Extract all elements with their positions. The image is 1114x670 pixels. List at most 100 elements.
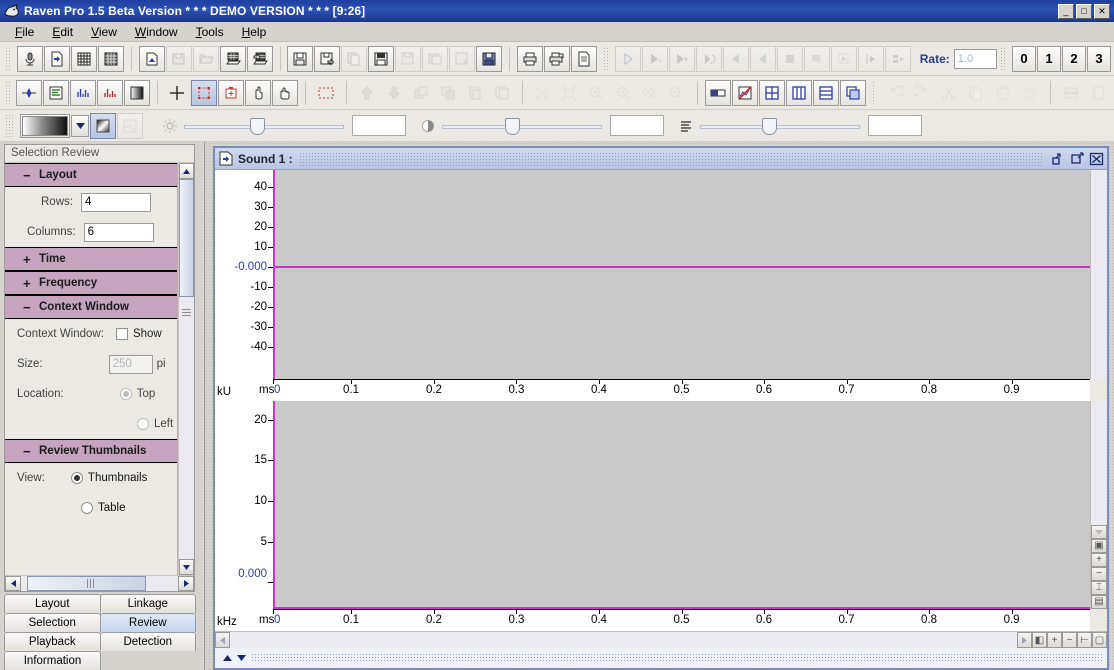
- open-table-file-button[interactable]: [246, 45, 273, 72]
- scroll-up-button[interactable]: [179, 163, 194, 179]
- hscroll-left-button[interactable]: [215, 632, 230, 648]
- edit-toolbar-grip[interactable]: [871, 80, 877, 105]
- review-view-thumbnails-radio[interactable]: [70, 472, 83, 484]
- contrast-slider[interactable]: [442, 116, 602, 136]
- toolbar-grip-numbers[interactable]: [1000, 46, 1006, 71]
- preset-1-button[interactable]: 1: [1037, 45, 1061, 72]
- context-window-show-checkbox[interactable]: [115, 328, 128, 340]
- tab-selection[interactable]: Selection: [4, 613, 101, 632]
- new-sound-window-button[interactable]: [43, 45, 70, 72]
- rate-input[interactable]: 1.0: [953, 48, 998, 69]
- scroll-up-arrow-icon[interactable]: [222, 654, 233, 662]
- vzoom-in-button[interactable]: +: [1091, 553, 1107, 567]
- spectrum-blue-button[interactable]: [69, 79, 96, 106]
- vzoom-full-button[interactable]: ⌶: [1091, 581, 1107, 595]
- tab-layout[interactable]: Layout: [4, 594, 101, 613]
- scroll-left-button[interactable]: [5, 576, 21, 591]
- context-location-left-radio[interactable]: [137, 418, 149, 430]
- columns-input[interactable]: [83, 222, 154, 242]
- tab-detection[interactable]: Detection: [99, 632, 196, 651]
- crosshair-tool-button[interactable]: [164, 80, 190, 106]
- panel-hscroll-track[interactable]: [21, 576, 178, 591]
- close-button[interactable]: ✕: [1094, 3, 1110, 19]
- spectrogram-plot[interactable]: [273, 400, 1090, 609]
- no-color-button[interactable]: [731, 79, 758, 106]
- footer-drag-strip[interactable]: [251, 653, 1104, 663]
- vzoom-fit-button[interactable]: ▣: [1091, 539, 1107, 553]
- frequency-expand-toggle[interactable]: +: [23, 276, 31, 291]
- preset-0-button[interactable]: 0: [1012, 45, 1036, 72]
- selection-rect-button[interactable]: [313, 80, 339, 106]
- context-collapse-toggle[interactable]: −: [23, 300, 31, 315]
- panel-scroll-thumb[interactable]: [179, 179, 194, 297]
- brightness-slider-thumb[interactable]: [250, 117, 265, 135]
- waveform-view-button[interactable]: [15, 79, 42, 106]
- page-setup-button[interactable]: [570, 45, 597, 72]
- print-button[interactable]: [516, 45, 543, 72]
- scroll-down-arrow-icon[interactable]: [236, 654, 247, 662]
- layout-collapse-toggle[interactable]: −: [23, 168, 31, 183]
- colormap-combo[interactable]: [20, 113, 70, 138]
- brightness-slider[interactable]: [184, 116, 344, 136]
- levels-value-input[interactable]: [868, 115, 922, 136]
- tab-playback[interactable]: Playback: [4, 632, 101, 651]
- time-expand-toggle[interactable]: +: [23, 252, 31, 267]
- save-workspace-button[interactable]: [476, 45, 503, 72]
- tab-linkage[interactable]: Linkage: [99, 594, 196, 613]
- tab-review[interactable]: Review: [99, 613, 196, 632]
- maximize-icon[interactable]: [1069, 151, 1086, 167]
- horizontal-zoom-track[interactable]: [230, 632, 1017, 648]
- gradient-preset-button[interactable]: [90, 112, 116, 139]
- spectrogram-view-button[interactable]: [123, 79, 150, 106]
- waveform-plot[interactable]: [273, 170, 1090, 379]
- section-time[interactable]: + Time: [5, 247, 177, 271]
- tile-windows-button[interactable]: [758, 79, 785, 106]
- menu-tools[interactable]: Tools: [187, 23, 233, 41]
- context-location-top-radio[interactable]: [119, 388, 132, 400]
- minimize-button[interactable]: _: [1058, 3, 1074, 19]
- color-scheme-button[interactable]: [704, 79, 731, 106]
- rows-input[interactable]: [80, 192, 151, 212]
- toolbar-grip[interactable]: [5, 46, 11, 71]
- open-sound-file-button[interactable]: [138, 45, 165, 72]
- hzoom-out-button[interactable]: −: [1062, 632, 1077, 648]
- open-selection-table-button[interactable]: [219, 45, 246, 72]
- record-button[interactable]: [16, 45, 43, 72]
- hscroll-right-button[interactable]: [1017, 632, 1032, 648]
- review-thumbnails-collapse-toggle[interactable]: −: [23, 444, 31, 459]
- menu-file[interactable]: File: [6, 23, 43, 41]
- annotate-tool-button[interactable]: [218, 79, 245, 106]
- section-review-thumbnails[interactable]: − Review Thumbnails: [5, 439, 177, 463]
- section-context-window[interactable]: − Context Window: [5, 295, 177, 319]
- scroll-down-button[interactable]: [179, 559, 194, 575]
- spectrum-red-button[interactable]: [96, 79, 123, 106]
- menu-view[interactable]: View: [82, 23, 126, 41]
- view-toolbar-grip[interactable]: [5, 80, 10, 105]
- new-sound-table-button[interactable]: [97, 45, 124, 72]
- display-toolbar-grip[interactable]: [5, 113, 14, 138]
- tile-horizontal-button[interactable]: [812, 79, 839, 106]
- new-selection-table-button[interactable]: [70, 45, 97, 72]
- tab-information[interactable]: Information: [4, 651, 101, 670]
- save-as-button[interactable]: [314, 45, 341, 72]
- scroll-right-button[interactable]: [178, 576, 194, 591]
- hzoom-in-button[interactable]: +: [1047, 632, 1062, 648]
- hzoom-fit-button[interactable]: ◧: [1032, 632, 1047, 648]
- restore-icon[interactable]: [1050, 151, 1067, 167]
- preset-3-button[interactable]: 3: [1087, 45, 1111, 72]
- menu-window[interactable]: Window: [126, 23, 187, 41]
- spectrogram-vzoom-track[interactable]: [1091, 400, 1107, 525]
- menu-edit[interactable]: Edit: [43, 23, 82, 41]
- vzoom-collapse-button[interactable]: [1091, 525, 1107, 539]
- panel-scroll-track[interactable]: [179, 179, 194, 559]
- levels-slider[interactable]: [700, 116, 860, 136]
- print-preview-button[interactable]: [543, 45, 570, 72]
- preset-2-button[interactable]: 2: [1062, 45, 1086, 72]
- title-drag-strip[interactable]: [298, 151, 1042, 166]
- review-view-table-radio[interactable]: [81, 502, 93, 514]
- chevron-down-icon[interactable]: [71, 114, 89, 137]
- section-frequency[interactable]: + Frequency: [5, 271, 177, 295]
- maximize-button[interactable]: □: [1076, 3, 1092, 19]
- save-all-button[interactable]: [368, 45, 395, 72]
- pointer-hand-tool-button[interactable]: [245, 79, 272, 106]
